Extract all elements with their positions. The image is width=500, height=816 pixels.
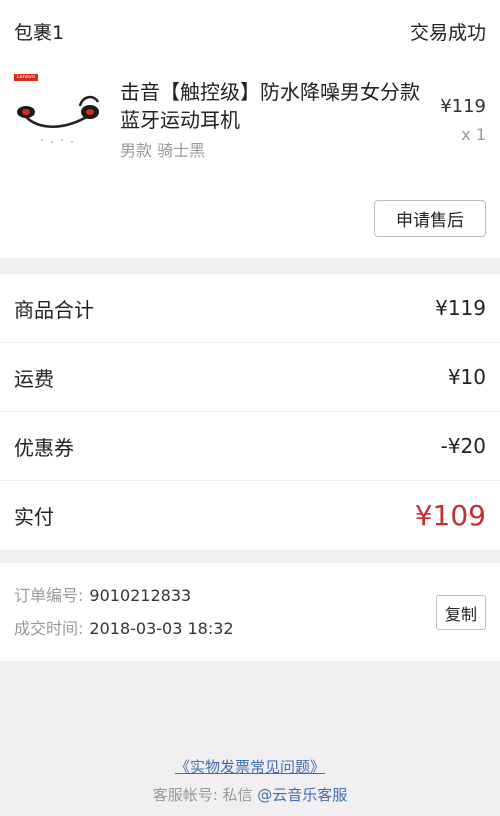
order-info: 订单编号: 9010212833 成交时间: 2018-03-03 18:32 复制 (0, 563, 500, 661)
order-time-line: 成交时间: 2018-03-03 18:32 (14, 618, 486, 651)
paid-amount: ¥109 (414, 499, 486, 532)
package-status: 交易成功 (409, 21, 486, 44)
product-thumbnail[interactable]: Lenovo (12, 70, 104, 162)
summary-row-paid: 实付 ¥109 (0, 481, 500, 550)
order-time: 2018-03-03 18:32 (89, 619, 234, 638)
summary-value: -¥20 (440, 434, 486, 458)
service-label: 客服帐号: 私信 (152, 786, 253, 804)
apply-after-sale-button[interactable]: 申请售后 (374, 200, 486, 237)
price-summary: 商品合计 ¥119 运费 ¥10 优惠券 -¥20 实付 ¥109 (0, 274, 500, 550)
order-number-line: 订单编号: 9010212833 (14, 585, 486, 618)
brand-logo: Lenovo (14, 74, 38, 81)
summary-label: 商品合计 (14, 297, 94, 322)
product-spec: 男款 骑士黑 (120, 141, 206, 160)
summary-label: 实付 (14, 505, 54, 529)
earphones-icon (17, 95, 100, 143)
customer-service-link[interactable]: @云音乐客服 (257, 786, 347, 804)
summary-row-coupon: 优惠券 -¥20 (0, 412, 500, 481)
footer: 《实物发票常见问题》 客服帐号: 私信 @云音乐客服 (0, 756, 500, 805)
package-title: 包裹1 (14, 21, 65, 44)
summary-value: ¥10 (447, 365, 486, 389)
copy-order-number-button[interactable]: 复制 (436, 595, 486, 630)
customer-service-line: 客服帐号: 私信 @云音乐客服 (0, 784, 500, 805)
order-time-label: 成交时间: (14, 619, 84, 638)
order-number: 9010212833 (89, 586, 192, 605)
summary-label: 运费 (14, 366, 54, 391)
invoice-faq-link[interactable]: 《实物发票常见问题》 (175, 756, 325, 780)
summary-value: ¥119 (435, 296, 486, 320)
package-card: 包裹1 交易成功 Lenovo 击音【触控级】防水降噪男女分款蓝牙运动耳机 男款… (0, 0, 500, 258)
order-item[interactable]: Lenovo 击音【触控级】防水降噪男女分款蓝牙运动耳机 男款 骑士黑 ¥119… (0, 62, 500, 172)
summary-row-shipping: 运费 ¥10 (0, 343, 500, 412)
product-quantity: x 1 (461, 125, 486, 144)
product-price: ¥119 (440, 96, 486, 117)
summary-label: 优惠券 (14, 435, 74, 460)
package-header: 包裹1 交易成功 (0, 0, 500, 62)
order-number-label: 订单编号: (14, 586, 84, 605)
product-title[interactable]: 击音【触控级】防水降噪男女分款蓝牙运动耳机 (120, 78, 420, 134)
summary-row-subtotal: 商品合计 ¥119 (0, 274, 500, 343)
